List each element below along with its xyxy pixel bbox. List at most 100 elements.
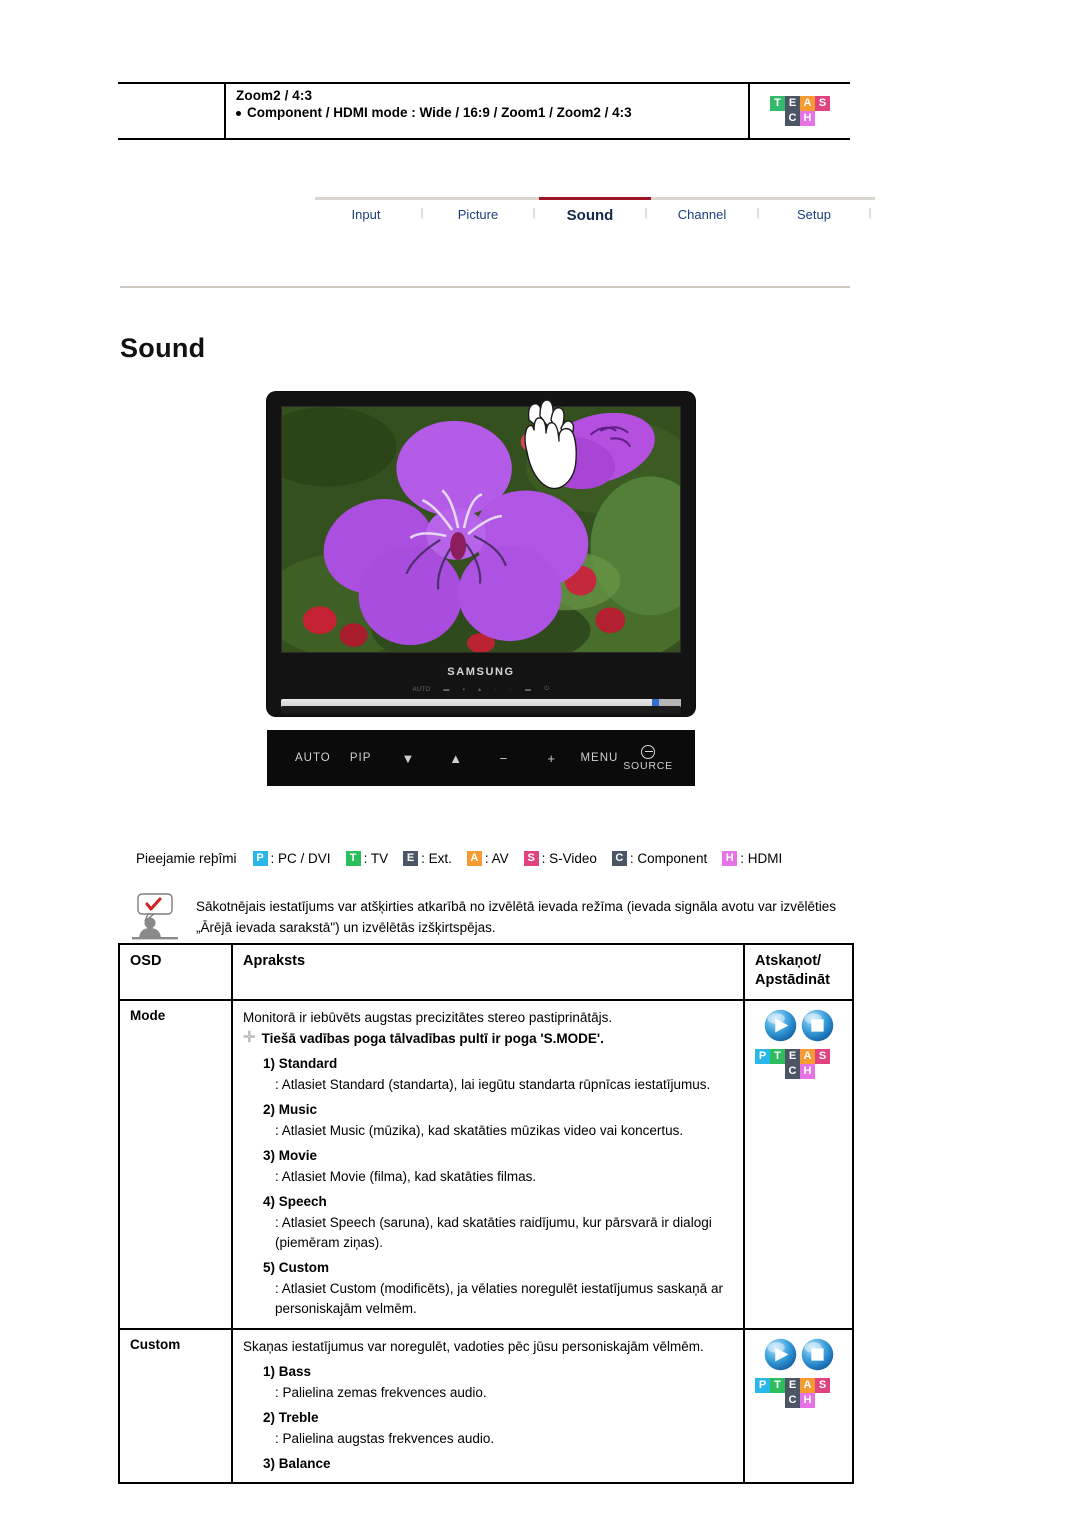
play-orb-icon[interactable] — [763, 1008, 798, 1043]
header-divider — [120, 286, 850, 288]
legend-item-s: S: S-Video — [523, 851, 597, 866]
bullet-icon — [236, 111, 241, 116]
badge-h-icon: H — [800, 1393, 815, 1408]
tab-separator: | — [532, 207, 536, 219]
legend-item-a: A: AV — [466, 851, 509, 866]
breadcrumb-text-cell: Zoom2 / 4:3 Component / HDMI mode : Wide… — [226, 84, 750, 138]
mode-badge-row1: PTEAS — [755, 1378, 830, 1393]
breadcrumb-strip: Zoom2 / 4:3 Component / HDMI mode : Wide… — [118, 82, 850, 140]
breadcrumb-line1: Zoom2 / 4:3 — [236, 88, 313, 103]
monitor-button-menu[interactable]: MENU — [576, 752, 624, 764]
option-title: 3) Balance — [263, 1456, 331, 1471]
tab-sound[interactable]: Sound — [539, 207, 641, 224]
legend-item-c: C: Component — [611, 851, 708, 866]
table-cell-play-stop: PTEASCH — [743, 1328, 854, 1484]
monitor-source-label: SOURCE — [623, 759, 673, 772]
badge-s-icon: S — [523, 851, 539, 866]
badge-p-icon: P — [755, 1049, 770, 1064]
monitor-mini-buttons: AUTO ▬ ▪ ▴ · · ▬ ⏻ — [281, 685, 681, 694]
badge-a-icon: A — [466, 851, 482, 866]
stop-orb-icon[interactable] — [800, 1337, 835, 1372]
badge-a-icon: A — [800, 96, 815, 111]
mode-badge-row2: CH — [755, 1064, 830, 1079]
plus-marker-icon: ✛ — [243, 1029, 256, 1046]
tab-channel[interactable]: Channel — [651, 207, 753, 224]
note-icon-wrap — [128, 890, 182, 947]
table-row: Custom Skaņas iestatījumus var noregulēt,… — [118, 1328, 854, 1484]
source-enter-icon — [641, 744, 656, 759]
option-title: 2) Treble — [263, 1410, 319, 1425]
teach-logo: TEAS CH — [770, 96, 830, 126]
badge-h-icon: H — [800, 111, 815, 126]
badge-c-icon: C — [785, 111, 800, 126]
mode-badge-cluster: PTEASCH — [755, 1049, 830, 1079]
mini-dot1-icon: ▬ — [443, 686, 450, 693]
legend-item-label: : Ext. — [421, 851, 452, 866]
legend-item-label: : PC / DVI — [270, 851, 331, 866]
legend-item-label: : Component — [629, 851, 708, 866]
option-description: : Atlasiet Music (mūzika), kad skatāties… — [275, 1123, 684, 1138]
mini-auto-icon: AUTO — [412, 686, 431, 693]
settings-table: OSD Apraksts Atskaņot/ Apstādināt Mode Mo… — [118, 943, 854, 1484]
tab-underline-segment — [427, 197, 539, 200]
monitor-button-auto[interactable]: AUTO — [289, 752, 337, 764]
stop-orb-icon[interactable] — [800, 1008, 835, 1043]
option-description: : Palielina zemas frekvences audio. — [275, 1385, 487, 1400]
tab-separator: | — [420, 207, 424, 219]
breadcrumb-logo-cell: TEAS CH — [750, 84, 850, 138]
table-cell-play-stop: PTEASCH — [743, 999, 854, 1330]
mode-badge-row1: PTEAS — [755, 1049, 830, 1064]
legend-items: P: PC / DVI T: TV E: Ext. A: AV S: S-Video C:… — [252, 851, 798, 866]
option-title: 4) Speech — [263, 1194, 327, 1209]
description-intro: Monitorā ir iebūvēts augstas precizitāte… — [243, 1010, 613, 1025]
tab-underline-segment — [763, 197, 875, 200]
mini-dot6-icon: ▬ — [525, 686, 532, 693]
teach-logo-row1: TEAS — [770, 96, 830, 111]
monitor-button-sym[interactable]: ▼ — [385, 751, 433, 766]
direct-button-note: ✛ Tiešā vadības poga tālvadības pultī ir … — [243, 1029, 733, 1049]
badge-c-icon: C — [611, 851, 627, 866]
tab-underline — [315, 197, 875, 200]
play-orb-icon[interactable] — [763, 1337, 798, 1372]
option-description: : Atlasiet Standard (standarta), lai ieg… — [275, 1077, 711, 1092]
badge-t-icon: T — [770, 1049, 785, 1064]
mode-badge-cluster: PTEASCH — [755, 1378, 830, 1408]
tab-setup[interactable]: Setup — [763, 207, 865, 224]
table-header-osd-text: OSD — [130, 953, 162, 969]
monitor-button-sym[interactable]: + — [528, 751, 576, 766]
table-header-play: Atskaņot/ Apstādināt — [743, 943, 854, 1001]
badge-p-icon: P — [252, 851, 268, 866]
page-title: Sound — [120, 333, 206, 363]
badge-e-icon: E — [403, 851, 419, 866]
tab-picture[interactable]: Picture — [427, 207, 529, 224]
breadcrumb-left-cell — [118, 84, 226, 138]
monitor-control-bar: AUTO PIP ▼ ▲ − + MENU SOURCE — [267, 730, 695, 786]
note-block: Sākotnējais iestatījums var atšķirties a… — [128, 890, 852, 947]
monitor-button-sym[interactable]: ▲ — [432, 751, 480, 766]
legend-item-label: : TV — [363, 851, 389, 866]
table-header-osd: OSD — [118, 943, 233, 1001]
monitor-source-button[interactable]: SOURCE — [623, 744, 673, 772]
monitor-brand-label: SAMSUNG — [447, 666, 515, 678]
tab-row: Input | Picture | Sound | Channel | Setup | — [315, 207, 875, 224]
teach-logo-row2: CH — [770, 111, 830, 126]
table-header-play-line1: Atskaņot/ — [755, 953, 822, 969]
tab-separator: | — [868, 207, 872, 219]
badge-t-icon: T — [770, 96, 785, 111]
tab-input[interactable]: Input — [315, 207, 417, 224]
option-title: 2) Music — [263, 1102, 318, 1117]
direct-button-note-text: Tiešā vadības poga tālvadības pultī ir p… — [261, 1031, 604, 1046]
breadcrumb-line2-row: Component / HDMI mode : Wide / 16:9 / Zo… — [236, 104, 748, 122]
table-header-desc: Apraksts — [231, 943, 745, 1001]
badge-p-icon: P — [755, 1378, 770, 1393]
option-description: : Palielina augstas frekvences audio. — [275, 1431, 495, 1446]
play-stop-orbs — [755, 1008, 842, 1043]
badge-a-icon: A — [800, 1378, 815, 1393]
option-title: 5) Custom — [263, 1260, 330, 1275]
monitor-stand — [281, 706, 681, 714]
breadcrumb-line2: Component / HDMI mode : Wide / 16:9 / Zo… — [247, 105, 632, 120]
monitor-button-pip[interactable]: PIP — [337, 752, 385, 764]
option-description: : Atlasiet Speech (saruna), kad skatātie… — [275, 1215, 712, 1250]
legend-item-p: P: PC / DVI — [252, 851, 331, 866]
monitor-button-sym[interactable]: − — [480, 751, 528, 766]
